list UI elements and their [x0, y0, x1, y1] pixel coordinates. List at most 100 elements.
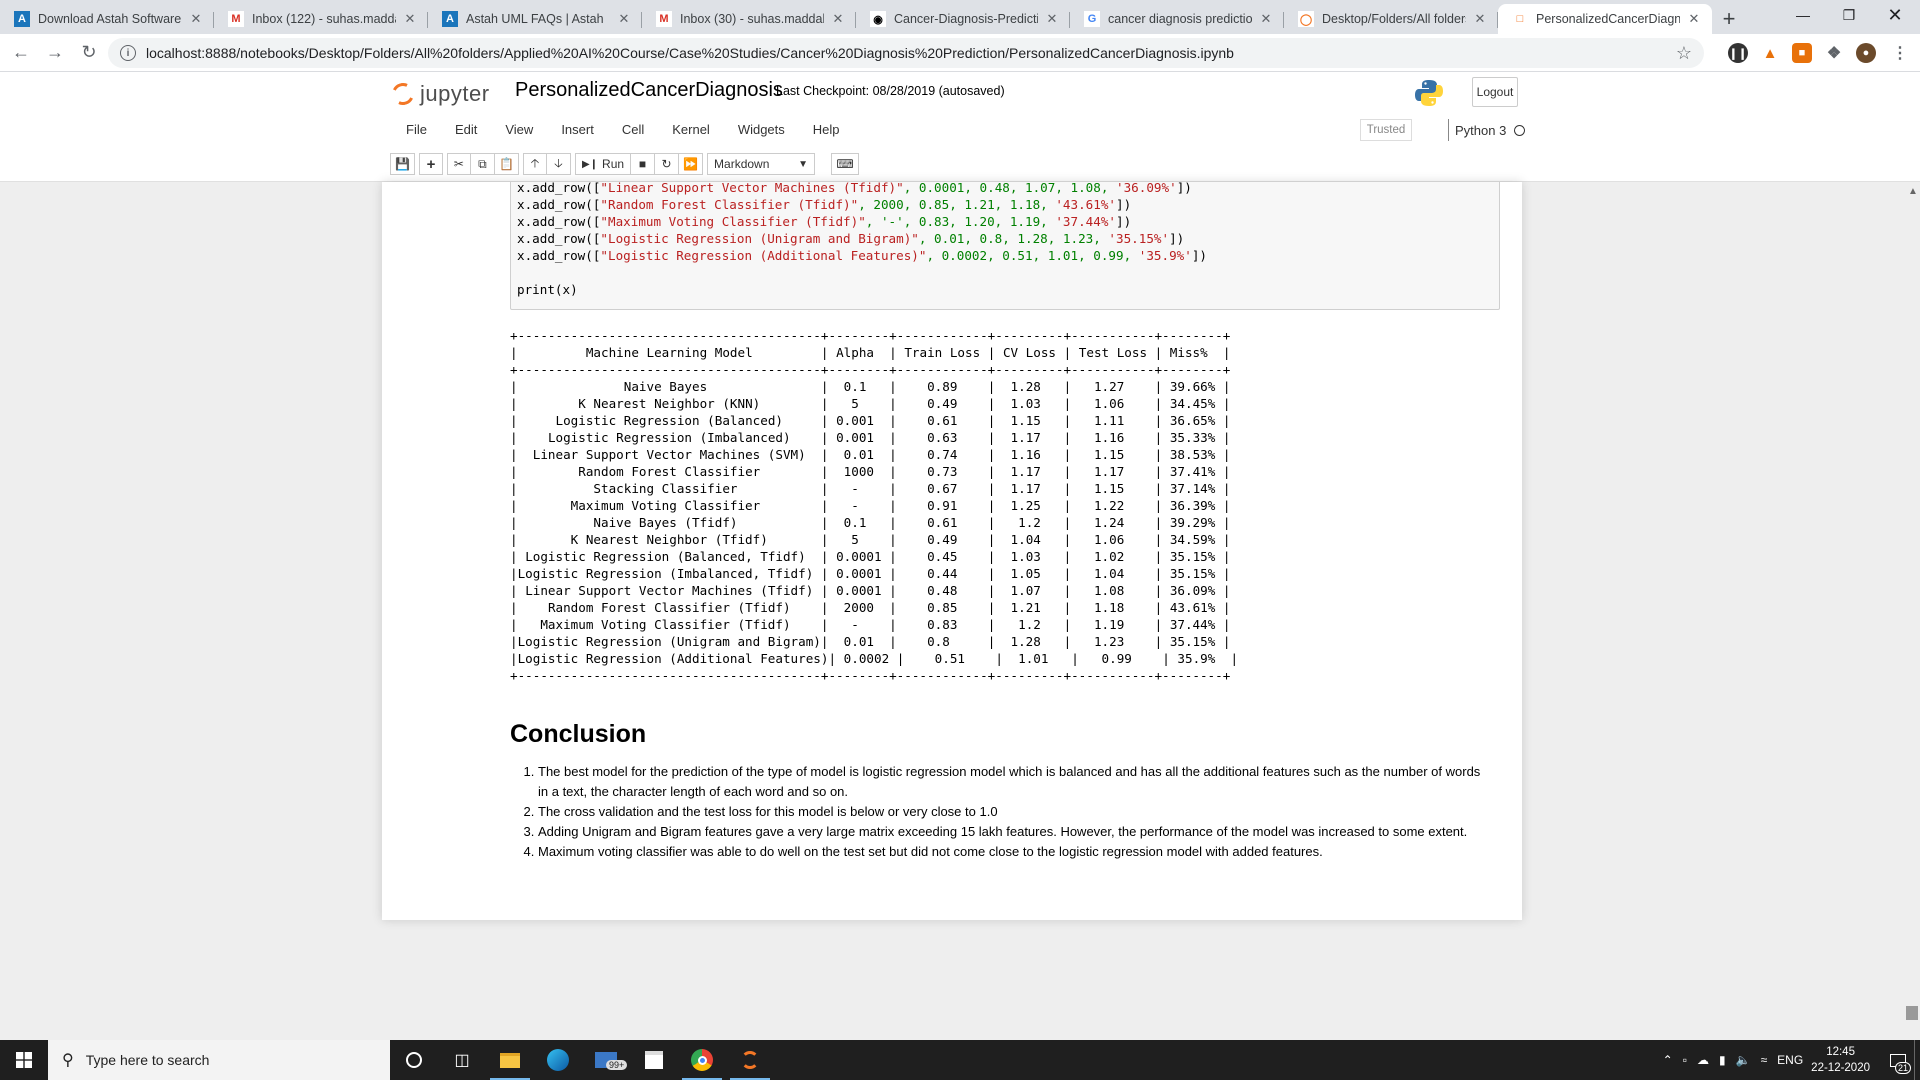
menu-kernel[interactable]: Kernel: [658, 122, 724, 137]
browser-tab[interactable]: Gcancer diagnosis prediction ✕: [1070, 4, 1284, 34]
menu-widgets[interactable]: Widgets: [724, 122, 799, 137]
edge-icon[interactable]: [534, 1040, 582, 1080]
restart-run-all-icon[interactable]: ⏩: [679, 153, 704, 175]
menu-file[interactable]: File: [392, 122, 441, 137]
cell-type-select[interactable]: Markdown ▼: [707, 153, 816, 175]
extension-fire-icon[interactable]: ▲: [1760, 43, 1780, 63]
cut-icon[interactable]: ✂: [446, 153, 471, 175]
cortana-icon[interactable]: [390, 1040, 438, 1080]
close-tab-icon[interactable]: ✕: [402, 11, 418, 27]
show-desktop-strip[interactable]: [1914, 1040, 1920, 1080]
metric-cell: 0.001: [836, 430, 875, 445]
jupyter-taskbar-icon[interactable]: [726, 1040, 774, 1080]
minimize-button[interactable]: —: [1780, 0, 1826, 30]
metric-cell: 1.19: [1093, 617, 1125, 632]
kernel-indicator: Python 3: [1448, 119, 1526, 141]
code-cell[interactable]: x.add_row(["Linear Support Vector Machin…: [510, 182, 1500, 310]
metric-cell: 1.22: [1093, 498, 1125, 513]
browser-tab[interactable]: M Inbox (30) - suhas.maddal ✕: [642, 4, 856, 34]
model-name-cell: Maximum Voting Classifier (Tfidf): [540, 617, 791, 632]
mail-icon[interactable]: 99+: [582, 1040, 630, 1080]
browser-tab[interactable]: ◉ Cancer-Diagnosis-Predictio ✕: [856, 4, 1070, 34]
menu-insert[interactable]: Insert: [547, 122, 608, 137]
forward-icon[interactable]: →: [38, 36, 72, 70]
interrupt-icon[interactable]: ■: [631, 153, 656, 175]
profile-avatar[interactable]: ●: [1856, 43, 1876, 63]
close-tab-icon[interactable]: ✕: [1258, 11, 1274, 27]
extension-orange-icon[interactable]: ■: [1792, 43, 1812, 63]
metric-cell: 1.03: [1010, 549, 1041, 564]
tray-chevron-icon[interactable]: ⌃: [1663, 1053, 1673, 1067]
logout-button[interactable]: Logout: [1472, 77, 1518, 107]
trusted-indicator[interactable]: Trusted: [1360, 119, 1412, 141]
command-palette-icon[interactable]: ⌨: [831, 153, 860, 175]
taskbar-search-box[interactable]: ⚲ Type here to search: [48, 1040, 390, 1080]
battery-icon[interactable]: ▮: [1719, 1053, 1726, 1067]
store-icon[interactable]: [630, 1040, 678, 1080]
insert-cell-icon[interactable]: +: [418, 153, 443, 175]
browser-tab[interactable]: M Inbox (122) - suhas.maddal ✕: [214, 4, 428, 34]
onedrive-icon[interactable]: ☁: [1697, 1053, 1709, 1067]
browser-tab[interactable]: A Astah UML FAQs | Astah ✕: [428, 4, 642, 34]
reload-icon[interactable]: ↻: [72, 36, 106, 70]
metric-cell: Test Loss: [1078, 345, 1148, 360]
save-icon[interactable]: 💾: [390, 153, 415, 175]
close-window-button[interactable]: ✕: [1872, 0, 1918, 30]
new-tab-button[interactable]: +: [1712, 4, 1746, 34]
notebook-name[interactable]: PersonalizedCancerDiagnosis: [515, 79, 783, 102]
extensions-puzzle-icon[interactable]: ❖: [1824, 43, 1844, 63]
conclusion-heading: Conclusion: [510, 720, 647, 748]
clock[interactable]: 12:45 22-12-2020: [1811, 1044, 1870, 1076]
file-explorer-icon[interactable]: [486, 1040, 534, 1080]
menu-cell[interactable]: Cell: [608, 122, 658, 137]
url-bar[interactable]: i localhost:8888/notebooks/Desktop/Folde…: [108, 38, 1704, 68]
scrollbar-thumb[interactable]: [1906, 1006, 1918, 1020]
close-tab-icon[interactable]: ✕: [1472, 11, 1488, 27]
browser-tab-strip: A Download Astah Software | ✕ M Inbox (122) …: [0, 0, 1920, 34]
notification-center-icon[interactable]: 21: [1882, 1040, 1914, 1080]
model-name-cell: Linear Support Vector Machines (Tfidf): [525, 583, 814, 598]
task-view-icon[interactable]: ◫: [438, 1040, 486, 1080]
tab-list: A Download Astah Software | ✕ M Inbox (122) …: [0, 4, 1712, 34]
browser-tab[interactable]: ◯ Desktop/Folders/All folders ✕: [1284, 4, 1498, 34]
bookmark-star-icon[interactable]: ☆: [1676, 43, 1692, 64]
browser-tab[interactable]: A Download Astah Software | ✕: [0, 4, 214, 34]
close-tab-icon[interactable]: ✕: [830, 11, 846, 27]
restart-icon[interactable]: ↻: [655, 153, 680, 175]
restore-button[interactable]: ❐: [1826, 0, 1872, 30]
chrome-icon[interactable]: [678, 1040, 726, 1080]
metric-cell: 36.65%: [1169, 413, 1216, 428]
close-tab-icon[interactable]: ✕: [1686, 11, 1702, 27]
browser-tab[interactable]: □ PersonalizedCancerDiagnos ✕: [1498, 4, 1712, 34]
browser-menu-icon[interactable]: ⋮: [1890, 43, 1910, 63]
model-name-cell: Naive Bayes: [623, 379, 708, 394]
menu-view[interactable]: View: [491, 122, 547, 137]
close-tab-icon[interactable]: ✕: [1044, 11, 1060, 27]
copy-icon[interactable]: ⧉: [470, 153, 495, 175]
close-tab-icon[interactable]: ✕: [188, 11, 204, 27]
tray-app-icon[interactable]: ▫: [1683, 1053, 1687, 1067]
move-up-icon[interactable]: 🡡: [522, 153, 547, 175]
wifi-icon[interactable]: ≈: [1761, 1053, 1768, 1067]
volume-icon[interactable]: 🔈: [1736, 1053, 1751, 1067]
code-token: '35.15%': [1108, 231, 1170, 246]
run-label: Run: [602, 157, 625, 171]
jupyter-logo[interactable]: jupyter: [388, 78, 490, 110]
windows-start-icon[interactable]: [0, 1040, 48, 1080]
code-token: "Logistic Regression (Unigram and Bigram…: [600, 231, 919, 246]
menu-edit[interactable]: Edit: [441, 122, 491, 137]
code-editor[interactable]: x.add_row(["Linear Support Vector Machin…: [511, 182, 1207, 298]
move-down-icon[interactable]: 🡣: [546, 153, 571, 175]
metric-cell: 0.99: [1101, 651, 1132, 666]
menu-help[interactable]: Help: [799, 122, 854, 137]
paste-icon[interactable]: 📋: [494, 153, 519, 175]
conclusion-item: The cross validation and the test loss f…: [538, 802, 1490, 822]
extension-pause-icon[interactable]: ❙❙: [1728, 43, 1748, 63]
scroll-up-icon[interactable]: ▲: [1908, 186, 1918, 197]
site-info-icon[interactable]: i: [120, 45, 136, 61]
run-button[interactable]: ▶❙ Run: [574, 153, 632, 175]
close-tab-icon[interactable]: ✕: [616, 11, 632, 27]
metric-cell: 1.2: [1018, 617, 1041, 632]
language-indicator[interactable]: ENG: [1777, 1053, 1803, 1067]
back-icon[interactable]: ←: [4, 36, 38, 70]
